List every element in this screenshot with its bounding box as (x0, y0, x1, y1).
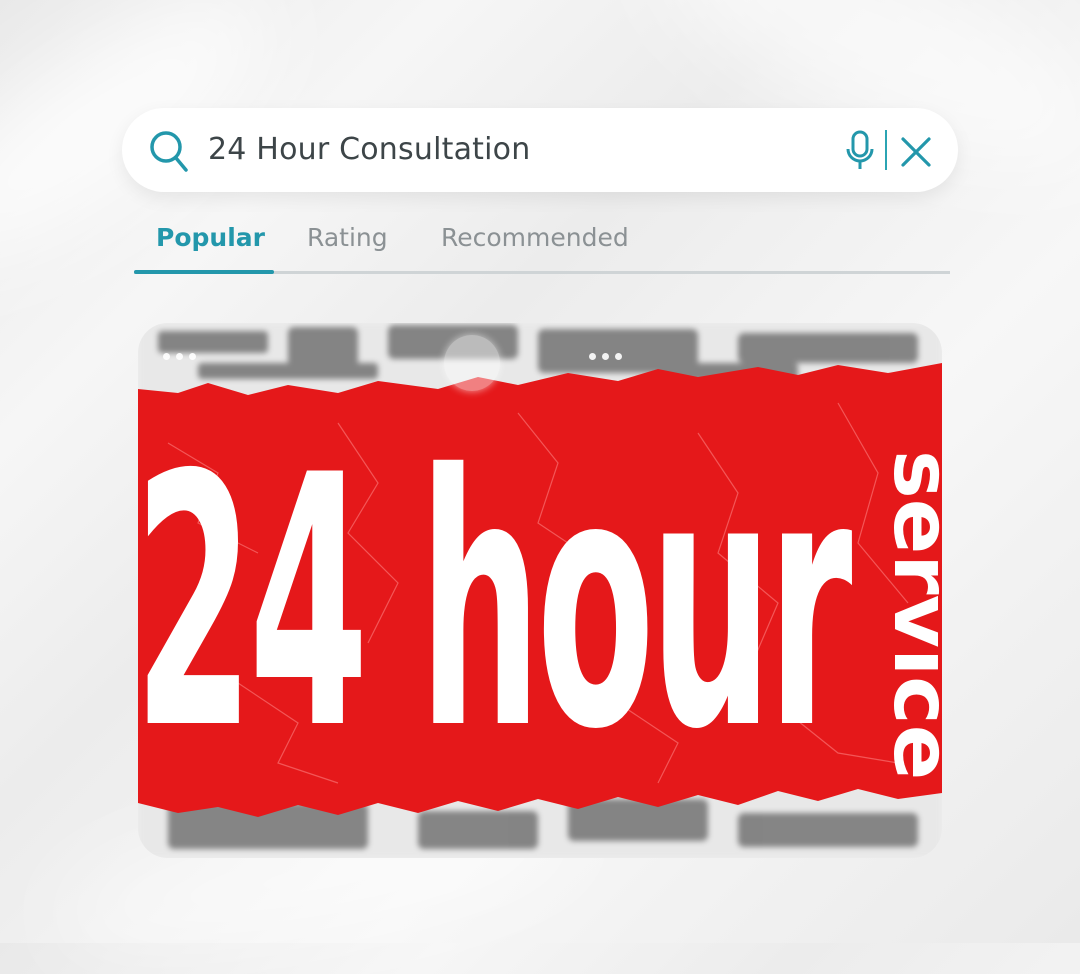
dots-icon (589, 347, 628, 365)
banner-card[interactable]: 24 hour service (138, 323, 942, 858)
search-divider (885, 130, 887, 170)
tab-recommended[interactable]: Recommended (441, 222, 629, 254)
filter-tabs: Popular Rating Recommended (134, 210, 950, 274)
microphone-icon[interactable] (844, 130, 876, 172)
close-icon[interactable] (898, 134, 934, 170)
tab-rating[interactable]: Rating (307, 222, 388, 254)
banner-headline: 24 hour (138, 401, 852, 806)
search-input[interactable]: 24 Hour Consultation (208, 108, 530, 192)
dots-icon (163, 347, 202, 365)
active-tab-indicator (134, 270, 274, 274)
light-bubble (444, 335, 500, 391)
banner-side-text: service (876, 450, 942, 781)
tab-popular[interactable]: Popular (156, 222, 265, 254)
search-bar[interactable]: 24 Hour Consultation (122, 108, 958, 192)
search-icon[interactable] (148, 128, 190, 174)
